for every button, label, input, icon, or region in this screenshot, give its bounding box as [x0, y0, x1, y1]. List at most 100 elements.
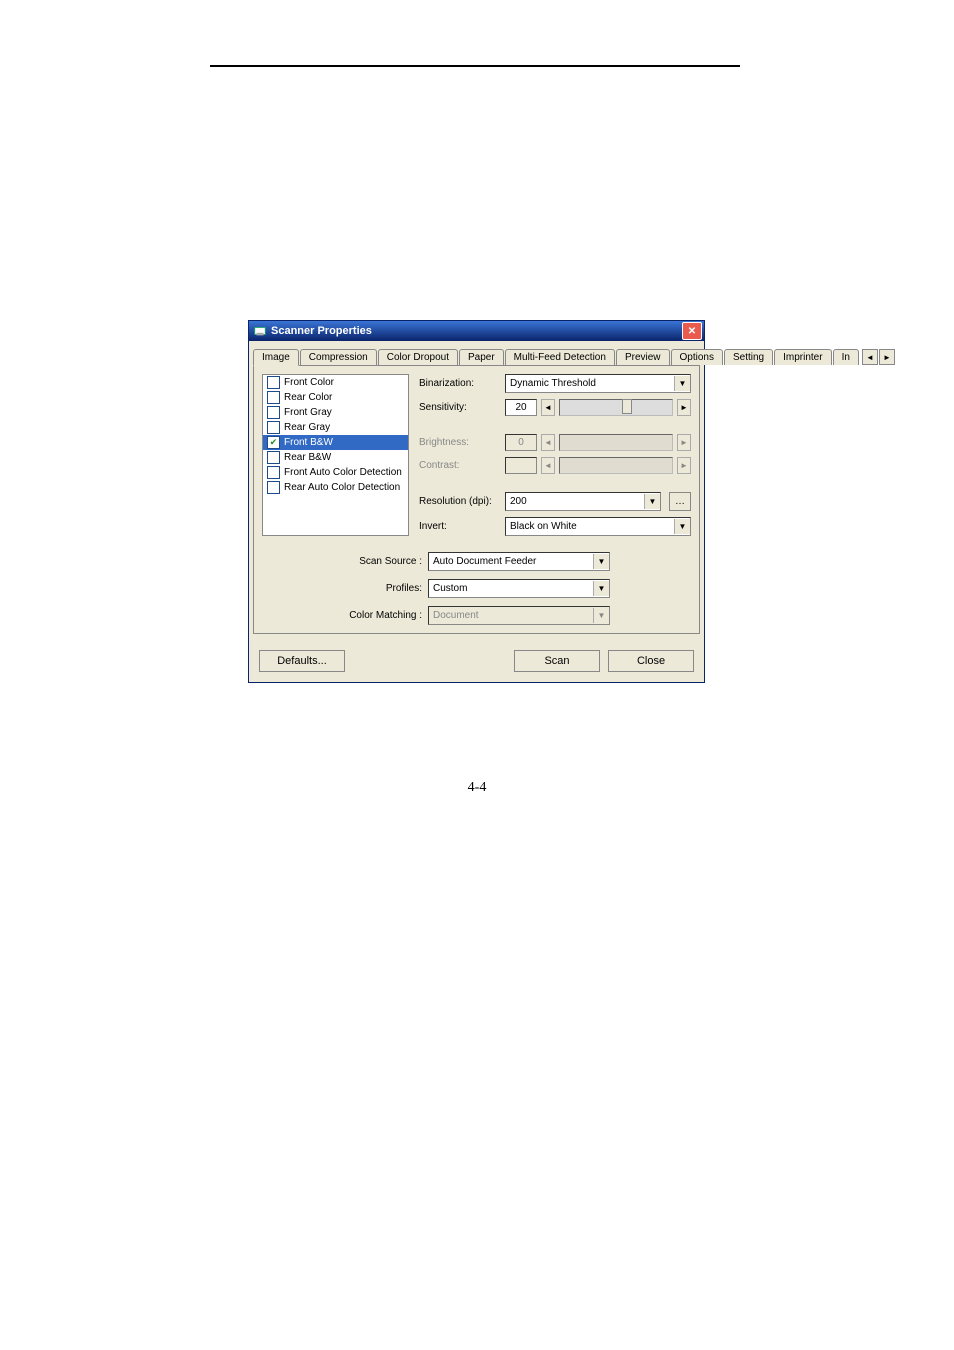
tab-scroll: ◄ ► [862, 349, 895, 365]
list-item-front-auto-color[interactable]: Front Auto Color Detection [263, 465, 408, 480]
slider-left-icon[interactable]: ◄ [541, 399, 555, 416]
checkbox-icon[interactable] [267, 451, 280, 464]
checkbox-icon[interactable] [267, 376, 280, 389]
slider-right-icon: ► [677, 434, 691, 451]
sensitivity-slider[interactable] [559, 399, 673, 416]
tab-image[interactable]: Image [253, 349, 299, 366]
chevron-down-icon[interactable]: ▼ [644, 494, 660, 509]
list-item-label: Rear B&W [284, 452, 331, 463]
tab-preview[interactable]: Preview [616, 349, 670, 365]
list-item-rear-bw[interactable]: Rear B&W [263, 450, 408, 465]
slider-left-icon: ◄ [541, 457, 555, 474]
list-item-label: Rear Gray [284, 422, 330, 433]
label-brightness: Brightness: [419, 437, 497, 448]
tab-compression[interactable]: Compression [300, 349, 377, 365]
list-item-label: Front Color [284, 377, 334, 388]
color-matching-combo[interactable]: Document ▼ [428, 606, 610, 625]
window-title: Scanner Properties [271, 325, 372, 337]
row-profiles: Profiles: Custom ▼ [262, 579, 691, 598]
checkbox-icon[interactable] [267, 391, 280, 404]
color-matching-value: Document [429, 610, 593, 621]
chevron-down-icon[interactable]: ▼ [674, 519, 690, 534]
tab-paper[interactable]: Paper [459, 349, 504, 365]
tab-more[interactable]: In [833, 349, 859, 365]
defaults-button[interactable]: Defaults... [259, 650, 345, 672]
list-item-rear-gray[interactable]: Rear Gray [263, 420, 408, 435]
checkbox-icon[interactable] [267, 481, 280, 494]
resolution-value: 200 [506, 496, 644, 507]
row-color-matching: Color Matching : Document ▼ [262, 606, 691, 625]
contrast-value [505, 457, 537, 474]
row-sensitivity: Sensitivity: 20 ◄ ► [419, 399, 691, 416]
scan-button[interactable]: Scan [514, 650, 600, 672]
row-contrast: Contrast: ◄ ► [419, 457, 691, 474]
tab-strip: Image Compression Color Dropout Paper Mu… [249, 341, 704, 365]
chevron-down-icon[interactable]: ▼ [593, 581, 609, 596]
label-binarization: Binarization: [419, 378, 497, 389]
chevron-down-icon[interactable]: ▼ [593, 554, 609, 569]
label-resolution: Resolution (dpi): [419, 496, 497, 507]
tab-options[interactable]: Options [671, 349, 723, 365]
header-rule [210, 65, 740, 67]
list-item-label: Front Gray [284, 407, 332, 418]
row-brightness: Brightness: 0 ◄ ► [419, 434, 691, 451]
checkbox-icon[interactable]: ✔ [267, 436, 280, 449]
brightness-value: 0 [505, 434, 537, 451]
profiles-value: Custom [429, 583, 593, 594]
checkbox-icon[interactable] [267, 466, 280, 479]
slider-thumb[interactable] [622, 399, 632, 414]
list-item-rear-auto-color[interactable]: Rear Auto Color Detection [263, 480, 408, 495]
binarization-combo[interactable]: Dynamic Threshold ▼ [505, 374, 691, 393]
app-icon [253, 324, 267, 338]
close-button[interactable]: Close [608, 650, 694, 672]
row-binarization: Binarization: Dynamic Threshold ▼ [419, 374, 691, 393]
tab-scroll-right[interactable]: ► [879, 349, 895, 365]
list-item-label: Rear Auto Color Detection [284, 482, 400, 493]
tab-page-image: Front Color Rear Color Front Gray Rear G… [253, 365, 700, 634]
profiles-combo[interactable]: Custom ▼ [428, 579, 610, 598]
contrast-slider [559, 457, 673, 474]
checkbox-icon[interactable] [267, 406, 280, 419]
tab-scroll-left[interactable]: ◄ [862, 349, 878, 365]
slider-right-icon[interactable]: ► [677, 399, 691, 416]
dialog-button-bar: Defaults... Scan Close [249, 640, 704, 682]
label-contrast: Contrast: [419, 460, 497, 471]
list-item-rear-color[interactable]: Rear Color [263, 390, 408, 405]
tab-setting[interactable]: Setting [724, 349, 773, 365]
list-item-label: Rear Color [284, 392, 332, 403]
chevron-down-icon[interactable]: ▼ [674, 376, 690, 391]
resolution-more-button[interactable]: … [669, 492, 691, 511]
sensitivity-value: 20 [505, 399, 537, 416]
page-number: 4-4 [0, 780, 954, 796]
label-profiles: Profiles: [262, 583, 422, 594]
tab-color-dropout[interactable]: Color Dropout [378, 349, 458, 365]
list-item-front-bw[interactable]: ✔ Front B&W [263, 435, 408, 450]
brightness-slider [559, 434, 673, 451]
list-item-label: Front B&W [284, 437, 333, 448]
image-selection-list[interactable]: Front Color Rear Color Front Gray Rear G… [262, 374, 409, 536]
label-sensitivity: Sensitivity: [419, 402, 497, 413]
row-invert: Invert: Black on White ▼ [419, 517, 691, 536]
scan-source-combo[interactable]: Auto Document Feeder ▼ [428, 552, 610, 571]
label-invert: Invert: [419, 521, 497, 532]
tab-imprinter[interactable]: Imprinter [774, 349, 831, 365]
scanner-properties-dialog: Scanner Properties ✕ Image Compression C… [248, 320, 705, 683]
scan-source-value: Auto Document Feeder [429, 556, 593, 567]
titlebar[interactable]: Scanner Properties ✕ [249, 321, 704, 341]
invert-combo[interactable]: Black on White ▼ [505, 517, 691, 536]
resolution-combo[interactable]: 200 ▼ [505, 492, 661, 511]
label-color-matching: Color Matching : [262, 610, 422, 621]
invert-value: Black on White [506, 521, 674, 532]
slider-left-icon: ◄ [541, 434, 555, 451]
tab-multi-feed-detection[interactable]: Multi-Feed Detection [505, 349, 615, 365]
list-item-front-color[interactable]: Front Color [263, 375, 408, 390]
chevron-down-icon[interactable]: ▼ [593, 608, 609, 623]
row-resolution: Resolution (dpi): 200 ▼ … [419, 492, 691, 511]
close-icon[interactable]: ✕ [682, 322, 702, 340]
checkbox-icon[interactable] [267, 421, 280, 434]
slider-right-icon: ► [677, 457, 691, 474]
list-item-front-gray[interactable]: Front Gray [263, 405, 408, 420]
image-settings: Binarization: Dynamic Threshold ▼ Sensit… [419, 374, 691, 536]
row-scan-source: Scan Source : Auto Document Feeder ▼ [262, 552, 691, 571]
binarization-value: Dynamic Threshold [506, 378, 674, 389]
